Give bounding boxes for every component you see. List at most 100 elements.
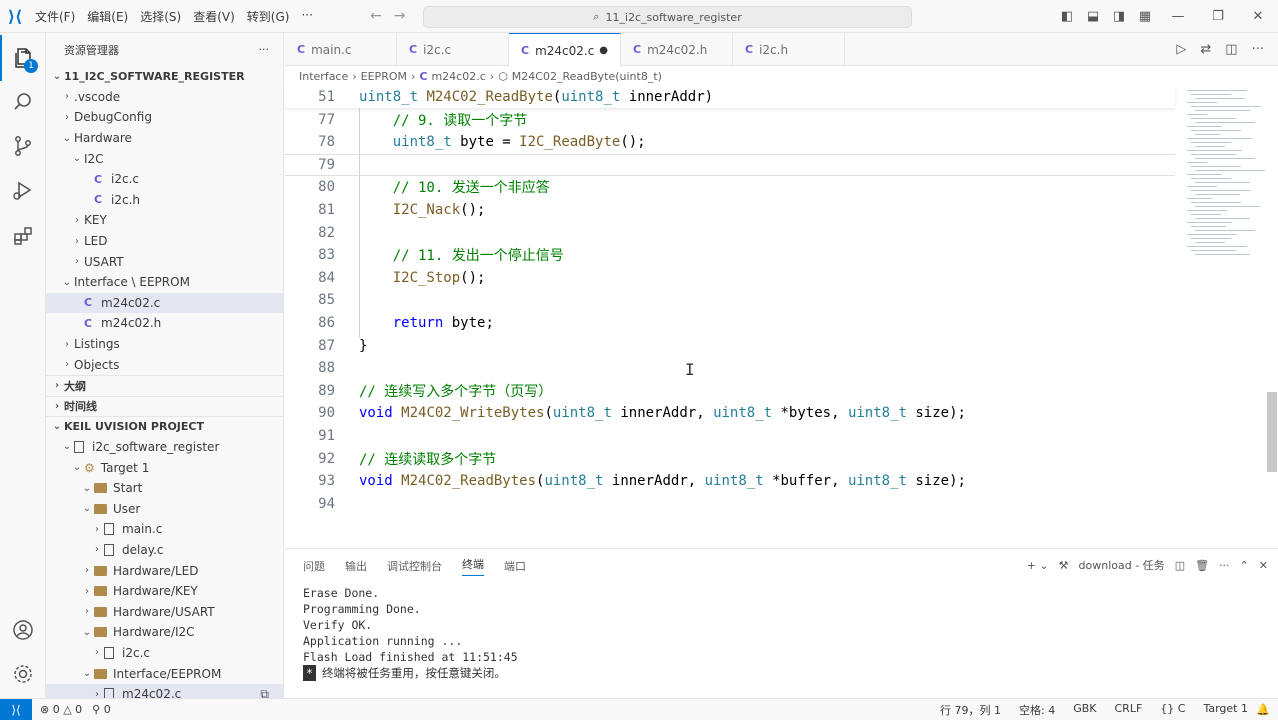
- tree-item[interactable]: ⌄ Hardware: [46, 128, 283, 149]
- kill-terminal-icon[interactable]: 🗑: [1195, 559, 1209, 572]
- code-line[interactable]: 82: [285, 222, 1175, 244]
- menu-item[interactable]: 查看(V): [188, 8, 240, 25]
- play-icon[interactable]: ▷: [1176, 42, 1186, 57]
- editor-tab[interactable]: Cm24c02.h: [621, 33, 733, 66]
- keil-tree-item[interactable]: ⌄ User: [46, 498, 283, 519]
- keil-tree-item[interactable]: ⌄ i2c_software_register: [46, 437, 283, 458]
- panel-tab[interactable]: 输出: [345, 558, 367, 574]
- end-of-line[interactable]: CRLF: [1115, 702, 1143, 718]
- code-line[interactable]: 93 void M24C02_ReadBytes(uint8_t innerAdd…: [285, 470, 1175, 492]
- panel-tab[interactable]: 端口: [504, 558, 526, 574]
- keil-tree-item[interactable]: ⌄ Interface/EEPROM: [46, 663, 283, 684]
- compare-icon[interactable]: ⇄: [1200, 42, 1211, 57]
- cursor-position[interactable]: 行 79，列 1: [940, 702, 1001, 718]
- tree-item[interactable]: ⌄ Interface \ EEPROM: [46, 272, 283, 293]
- keil-target[interactable]: Target 1: [1203, 702, 1248, 718]
- indentation[interactable]: 空格: 4: [1019, 702, 1055, 718]
- ports-indicator[interactable]: ⚲ 0: [92, 703, 111, 716]
- layout-icon[interactable]: ▦: [1132, 9, 1158, 24]
- outline-section[interactable]: › 大纲: [46, 374, 283, 396]
- forward-arrow-icon[interactable]: →: [394, 8, 406, 24]
- editor-tab[interactable]: Ci2c.c: [397, 33, 509, 66]
- keil-project-section[interactable]: ⌄ KEIL UVISION PROJECT: [46, 416, 283, 437]
- account-icon[interactable]: [0, 607, 46, 653]
- panel-tab[interactable]: 问题: [303, 558, 325, 574]
- toggle-panel-icon[interactable]: ⬓: [1080, 9, 1106, 24]
- menu-item[interactable]: 转到(G): [242, 8, 295, 25]
- editor-tab[interactable]: Cmain.c: [285, 33, 397, 66]
- keil-tree-item[interactable]: › Hardware/KEY: [46, 581, 283, 602]
- tree-item[interactable]: Ci2c.c: [46, 169, 283, 190]
- keil-tree-item[interactable]: › Hardware/USART: [46, 601, 283, 622]
- toggle-secondary-sidebar-icon[interactable]: ◨: [1106, 9, 1132, 24]
- keil-tree-item[interactable]: ⌄ Hardware/I2C: [46, 622, 283, 643]
- tree-item[interactable]: Cm24c02.c: [46, 292, 283, 314]
- vertical-scrollbar[interactable]: [1265, 86, 1278, 546]
- tree-item[interactable]: › USART: [46, 251, 283, 272]
- timeline-section[interactable]: › 时间线: [46, 395, 283, 417]
- more-actions-icon[interactable]: ···: [259, 43, 270, 56]
- explorer-icon[interactable]: 1: [0, 35, 46, 81]
- maximize-panel-icon[interactable]: ⌃: [1240, 559, 1249, 572]
- breadcrumb-item[interactable]: EEPROM: [361, 70, 407, 83]
- tree-item[interactable]: › Listings: [46, 334, 283, 355]
- code-line[interactable]: 89 // 连续写入多个字节（页写）: [285, 380, 1175, 402]
- tree-item[interactable]: Ci2c.h: [46, 190, 283, 211]
- keil-tree-item[interactable]: › m24c02.c ⧉: [46, 683, 283, 698]
- terminal-task-label[interactable]: download - 任务: [1079, 557, 1165, 573]
- split-terminal-icon[interactable]: ◫: [1175, 559, 1185, 572]
- settings-gear-icon[interactable]: [0, 651, 46, 697]
- keil-tree-item[interactable]: ⌄ Start: [46, 478, 283, 499]
- more-icon[interactable]: ···: [1252, 42, 1264, 57]
- minimize-button[interactable]: —: [1158, 9, 1198, 24]
- code-line[interactable]: 88: [285, 357, 1175, 379]
- code-line[interactable]: 83 // 11. 发出一个停止信号: [285, 244, 1175, 266]
- menu-item[interactable]: 编辑(E): [82, 8, 133, 25]
- remote-indicator[interactable]: ⟩⟨: [0, 698, 32, 720]
- tree-item[interactable]: › DebugConfig: [46, 107, 283, 128]
- source-control-icon[interactable]: [0, 123, 46, 169]
- code-line[interactable]: 78 uint8_t byte = I2C_ReadByte();: [285, 131, 1175, 153]
- unsaved-dot-icon[interactable]: ●: [599, 45, 608, 56]
- keil-tree-item[interactable]: › main.c: [46, 519, 283, 540]
- code-line[interactable]: 91: [285, 425, 1175, 447]
- tree-item[interactable]: › Objects: [46, 354, 283, 375]
- extensions-icon[interactable]: [0, 213, 46, 259]
- code-line[interactable]: 94: [285, 493, 1175, 515]
- menu-item[interactable]: 选择(S): [135, 8, 186, 25]
- keil-tree-item[interactable]: › delay.c: [46, 540, 283, 561]
- toggle-sidebar-icon[interactable]: ◧: [1054, 9, 1080, 24]
- maximize-button[interactable]: ❐: [1198, 9, 1238, 24]
- command-center[interactable]: ⌕ 11_i2c_software_register: [423, 6, 912, 28]
- panel-tab[interactable]: 终端: [462, 556, 484, 576]
- breadcrumb-item[interactable]: Interface: [299, 70, 348, 83]
- tree-item[interactable]: › LED: [46, 231, 283, 252]
- code-editor[interactable]: 51 uint8_t M24C02_ReadByte(uint8_t innerA…: [285, 86, 1278, 546]
- notifications-icon[interactable]: 🔔: [1256, 703, 1270, 716]
- search-view-icon[interactable]: [0, 79, 46, 125]
- encoding[interactable]: GBK: [1073, 702, 1096, 718]
- code-line[interactable]: 86 return byte;: [285, 312, 1175, 334]
- back-arrow-icon[interactable]: ←: [370, 8, 382, 24]
- workspace-root[interactable]: ⌄ 11_I2C_SOFTWARE_REGISTER: [46, 66, 283, 87]
- code-line[interactable]: 87}: [285, 335, 1175, 357]
- problems-indicator[interactable]: ⊗ 0 △ 0: [40, 703, 82, 716]
- language-mode[interactable]: {} C: [1160, 702, 1185, 718]
- tree-item[interactable]: › KEY: [46, 210, 283, 231]
- scrollbar-thumb[interactable]: [1267, 392, 1277, 472]
- menu-item[interactable]: 文件(F): [30, 8, 80, 25]
- tree-item[interactable]: Cm24c02.h: [46, 313, 283, 334]
- keil-tree-item[interactable]: › Hardware/LED: [46, 560, 283, 581]
- close-panel-icon[interactable]: ✕: [1259, 559, 1268, 572]
- run-debug-icon[interactable]: [0, 167, 46, 213]
- code-line[interactable]: 77 // 9. 读取一个字节: [285, 109, 1175, 131]
- split-editor-icon[interactable]: ◫: [1225, 42, 1237, 57]
- code-line[interactable]: 80 // 10. 发送一个非应答: [285, 176, 1175, 198]
- code-line[interactable]: 90 void M24C02_WriteBytes(uint8_t innerAd…: [285, 402, 1175, 424]
- code-line[interactable]: 81 I2C_Nack();: [285, 199, 1175, 221]
- terminal-output[interactable]: Erase Done. Programming Done. Verify OK. Ap…: [303, 585, 518, 681]
- copy-icon[interactable]: ⧉: [260, 687, 269, 698]
- breadcrumb-item[interactable]: M24C02_ReadByte(uint8_t): [512, 70, 662, 83]
- close-window-button[interactable]: ✕: [1238, 9, 1278, 24]
- code-line[interactable]: 79: [285, 153, 1175, 176]
